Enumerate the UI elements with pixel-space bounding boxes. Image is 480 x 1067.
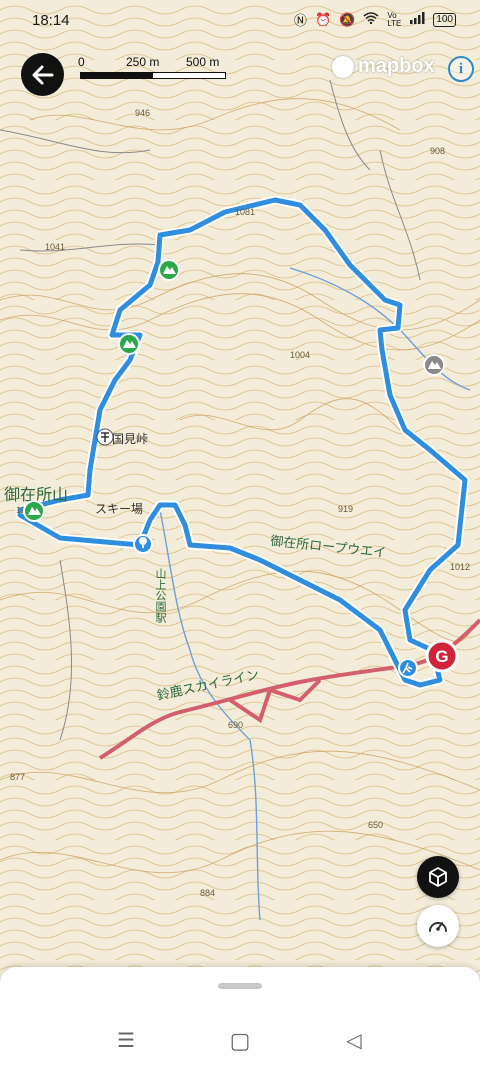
scale-label-end: 500 m — [186, 55, 220, 69]
tree-icon[interactable] — [133, 534, 153, 554]
wifi-icon — [363, 12, 379, 27]
elevation-label: 908 — [430, 146, 445, 156]
mountain-peak-icon[interactable] — [118, 333, 140, 355]
back-nav-button[interactable]: ◁ — [342, 1028, 366, 1052]
place-label-ski: スキー場 — [95, 502, 143, 516]
elevation-label: 1004 — [290, 350, 310, 360]
info-button[interactable]: i — [448, 56, 474, 82]
elevation-label: 946 — [135, 108, 150, 118]
status-time: 18:14 — [32, 12, 70, 29]
place-label-kunimi: 国見峠 — [112, 431, 148, 446]
signpost-icon[interactable] — [96, 428, 114, 446]
battery-icon: 100 — [433, 12, 456, 27]
elevation-label: 1041 — [45, 242, 65, 252]
mapbox-wordmark: mapbox — [358, 55, 435, 77]
recent-apps-button[interactable]: ☰ — [114, 1028, 138, 1052]
mute-icon: 🔕 — [339, 11, 356, 27]
goal-marker-label: G — [435, 647, 448, 666]
elevation-label: 650 — [368, 820, 383, 830]
elevation-label: 884 — [200, 888, 215, 898]
elevation-label: 1081 — [235, 207, 255, 217]
mountain-peak-icon[interactable] — [423, 354, 445, 376]
elevation-label: 1012 — [450, 562, 470, 572]
hiker-icon[interactable] — [398, 658, 418, 678]
place-label-yamagami: 山上公園駅 — [154, 568, 167, 624]
speedometer-button[interactable] — [417, 905, 459, 947]
elevation-label: 919 — [338, 504, 353, 514]
alarm-icon: ⏰ — [314, 11, 332, 27]
mapbox-attribution[interactable]: mapbox — [332, 55, 435, 78]
system-nav-bar: ☰ ▢ ◁ — [0, 1010, 480, 1067]
mountain-peak-icon[interactable] — [158, 259, 180, 281]
toggle-3d-button[interactable] — [417, 856, 459, 898]
back-arrow-icon — [32, 65, 53, 84]
home-button[interactable]: ▢ — [228, 1028, 252, 1053]
mapbox-logo-icon — [332, 55, 354, 78]
sheet-drag-handle[interactable] — [218, 983, 262, 989]
elevation-label: 690 — [228, 720, 243, 730]
cube-3d-icon — [429, 867, 447, 887]
speedometer-icon — [429, 922, 447, 932]
mountain-peak-icon[interactable] — [23, 500, 45, 522]
scale-label-mid: 250 m — [126, 55, 160, 69]
nfc-icon: Ⓝ — [293, 13, 307, 28]
back-button[interactable] — [21, 53, 64, 96]
elevation-label: 877 — [10, 772, 25, 782]
scale-bar: 0 250 m 500 m — [78, 55, 228, 79]
goal-marker-icon[interactable]: G — [425, 639, 459, 673]
topographic-map[interactable]: 946 908 1081 1041 1004 919 1209 690 877 … — [0, 0, 480, 1067]
volte-label: Vo LTE — [387, 10, 402, 28]
scale-label-zero: 0 — [78, 55, 85, 69]
status-bar: 18:14 Ⓝ ⏰ 🔕 Vo LTE 100 — [0, 0, 480, 40]
signal-icon — [409, 12, 425, 27]
